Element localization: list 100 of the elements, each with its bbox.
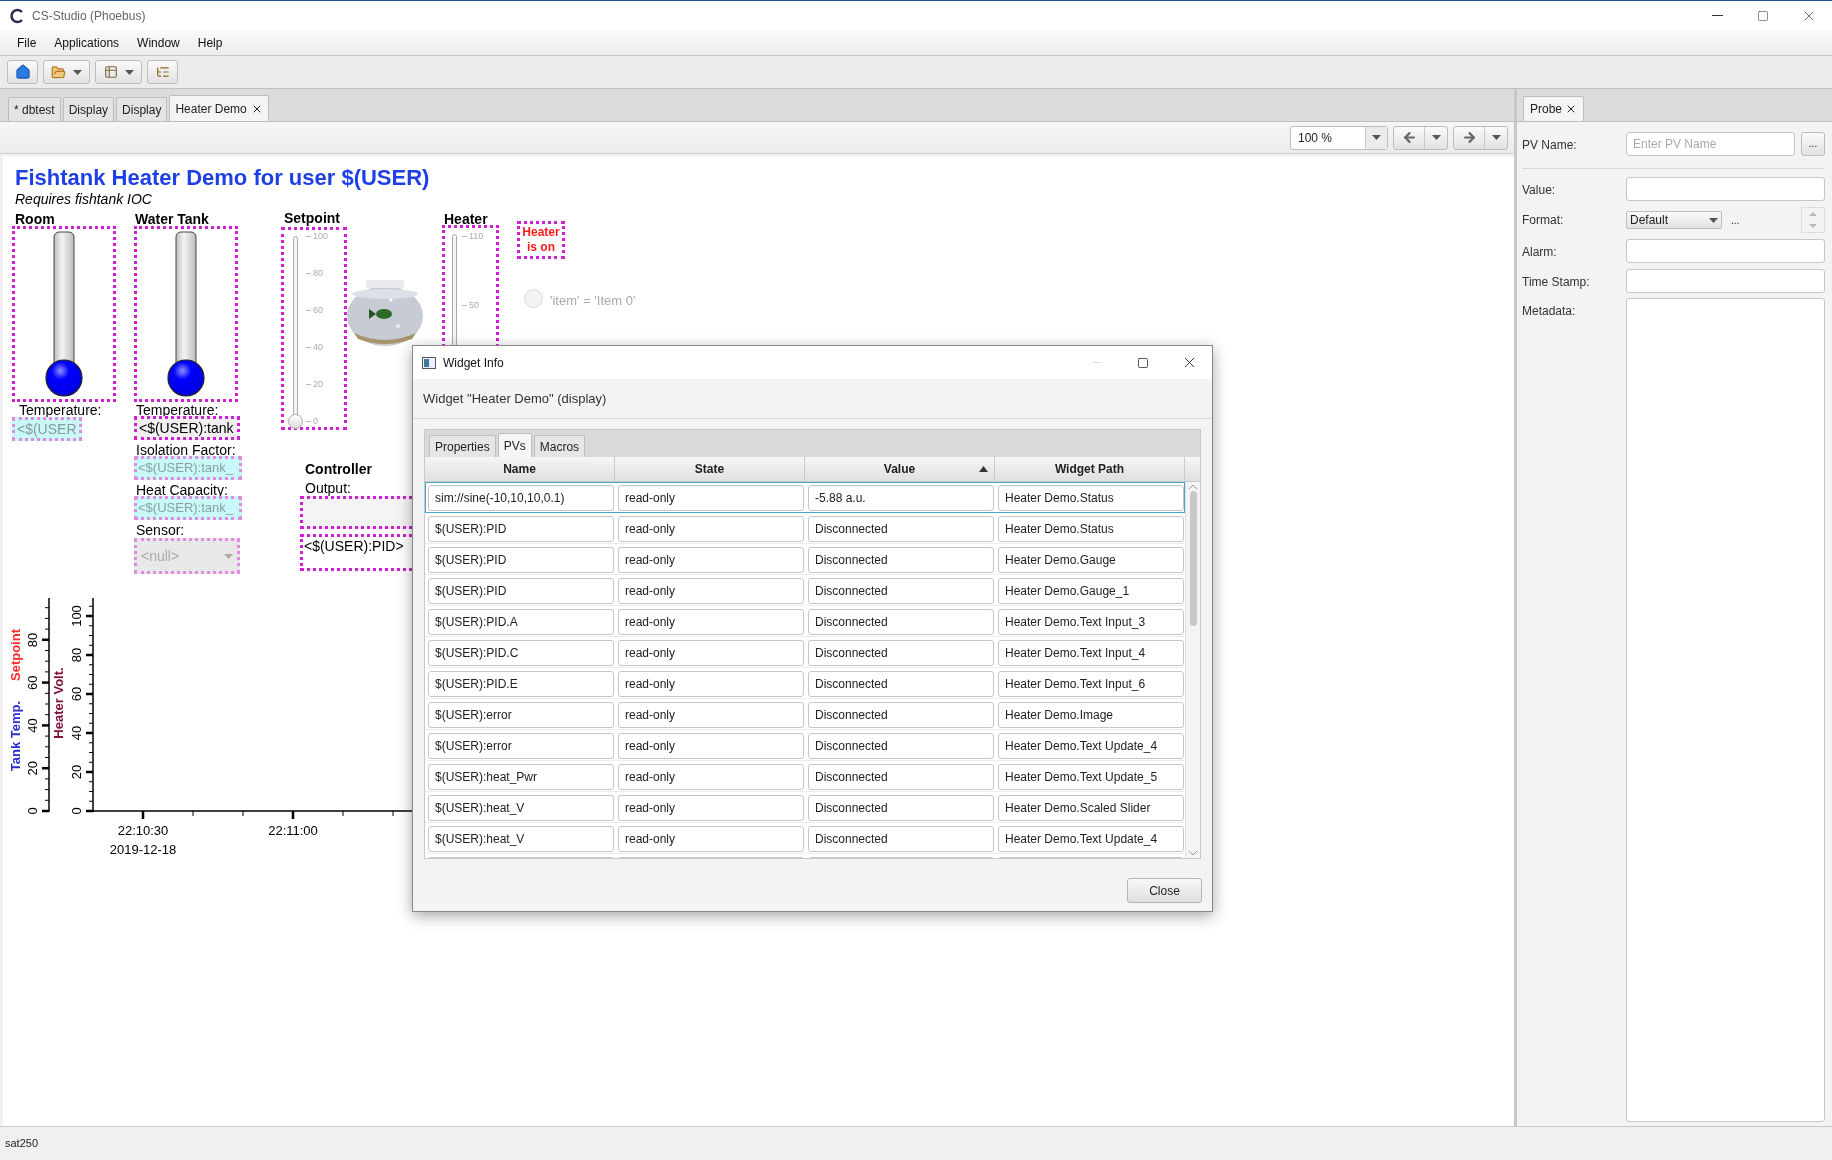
folder-icon bbox=[51, 64, 66, 80]
column-header[interactable]: Widget Path bbox=[995, 457, 1185, 481]
app-logo-icon bbox=[9, 7, 25, 24]
caret-icon bbox=[1709, 217, 1718, 223]
close-dialog-button[interactable]: Close bbox=[1127, 878, 1202, 903]
column-header[interactable]: State bbox=[615, 457, 805, 481]
scroll-up-icon[interactable] bbox=[1189, 484, 1197, 489]
table-cell: Heater Demo.Text Input_3 bbox=[998, 609, 1184, 635]
forward-button[interactable] bbox=[1453, 125, 1508, 150]
table-row[interactable]: $(USER):error read-only Disconnected Heater Demo.Image bbox=[425, 699, 1185, 730]
column-header[interactable]: Value bbox=[805, 457, 995, 481]
table-cell: read-only bbox=[618, 733, 804, 759]
caret-icon bbox=[1372, 135, 1381, 140]
scrollbar[interactable] bbox=[1185, 482, 1200, 858]
scale-label: 60 bbox=[306, 305, 323, 315]
input-field[interactable]: Enter PV Name bbox=[1626, 132, 1795, 156]
field-label: Sensor: bbox=[136, 521, 185, 540]
scale-label: 20 bbox=[306, 379, 323, 389]
back-button[interactable] bbox=[1393, 125, 1448, 150]
input-field[interactable] bbox=[1626, 269, 1825, 293]
zoom-combo[interactable]: 100 % bbox=[1290, 125, 1388, 150]
scroll-down-icon[interactable] bbox=[1189, 851, 1197, 856]
dialog-heading: Widget "Heater Demo" (display) bbox=[413, 379, 1212, 419]
table-cell: sim://sine(-10,10,10,0.1) bbox=[428, 485, 614, 511]
field-label: Output: bbox=[305, 479, 351, 498]
menu-item[interactable]: File bbox=[10, 33, 44, 52]
caret-icon bbox=[1431, 135, 1441, 140]
tab[interactable]: Display bbox=[116, 97, 168, 121]
menu-item[interactable]: Window bbox=[130, 33, 187, 52]
table-row[interactable]: $(USER):PID.A read-only Disconnected Heater Demo.Text Input_3 bbox=[425, 606, 1185, 637]
arrow-right-icon bbox=[1461, 130, 1477, 145]
column-header[interactable]: Name bbox=[425, 457, 615, 481]
scroll-thumb[interactable] bbox=[1189, 491, 1197, 626]
table-icon bbox=[103, 65, 118, 79]
table-row[interactable]: sim://sine(-10,10,10,0.1) read-only -5.88 a.u. Heater Demo.Status bbox=[425, 482, 1185, 513]
table-cell: Disconnected bbox=[808, 547, 994, 573]
table-cell: Disconnected bbox=[808, 733, 994, 759]
input-field[interactable] bbox=[1626, 177, 1825, 201]
table-cell: $(USER):PID.E bbox=[428, 671, 614, 697]
table-cell: Disconnected bbox=[808, 795, 994, 821]
slider-thumb[interactable] bbox=[288, 414, 303, 429]
browse-button[interactable]: ... bbox=[1801, 132, 1825, 156]
scale-label: 100 bbox=[306, 231, 329, 241]
tree-button[interactable] bbox=[147, 60, 178, 84]
menu-item[interactable]: Applications bbox=[47, 33, 127, 52]
table-row[interactable]: $(USER):PID read-only Disconnected Heater Demo.Gauge_1 bbox=[425, 575, 1185, 606]
table-cell: $(USER):error bbox=[428, 733, 614, 759]
field-label: Alarm: bbox=[1522, 244, 1558, 261]
scale-label: 110 bbox=[462, 231, 484, 241]
table-cell: $(USER):heat_Pwr bbox=[428, 764, 614, 790]
scale-label: 0 bbox=[306, 416, 318, 426]
table-cell: $(USER):PID bbox=[428, 547, 614, 573]
menu-item[interactable]: Help bbox=[190, 33, 230, 52]
open-button[interactable] bbox=[43, 60, 90, 84]
table-row[interactable]: $(USER):heat_V read-only Disconnected Heater Demo.Text Update_4 bbox=[425, 823, 1185, 854]
table-row[interactable]: $(USER):heat_Pwr read-only Disconnected Heater Demo.Text Update_5 bbox=[425, 761, 1185, 792]
window-title: CS-Studio (Phoebus) bbox=[32, 7, 146, 25]
tick-label: 2019-12-18 bbox=[109, 842, 177, 857]
tick-label: 60 bbox=[69, 686, 84, 702]
table-row[interactable]: $(USER):error read-only Disconnected Heater Demo.Text Update_4 bbox=[425, 730, 1185, 761]
scale-label: 80 bbox=[306, 268, 323, 278]
table-row[interactable]: $(USER):PID.E read-only Disconnected Heater Demo.Text Input_6 bbox=[425, 668, 1185, 699]
tab[interactable]: Properties bbox=[429, 435, 496, 457]
format-combo[interactable]: Default bbox=[1626, 211, 1722, 229]
more-label: ... bbox=[1731, 213, 1740, 228]
tab[interactable]: Probe bbox=[1523, 96, 1585, 121]
table-cell: Disconnected bbox=[808, 578, 994, 604]
table-cell: $(USER):heat_V bbox=[428, 826, 614, 852]
table-cell: Disconnected bbox=[808, 609, 994, 635]
table-row[interactable]: $(USER):heat_V read-only Disconnected Heater Demo.Scaled Slider bbox=[425, 792, 1185, 823]
tab[interactable]: Display bbox=[62, 97, 115, 121]
table-cell: read-only bbox=[618, 826, 804, 852]
tab[interactable]: Heater Demo bbox=[169, 95, 269, 121]
table-cell: -5.88 a.u. bbox=[808, 485, 994, 511]
tree-icon bbox=[155, 65, 170, 79]
table-row[interactable]: $(USER):PID read-only Disconnected Heater Demo.Status bbox=[425, 513, 1185, 544]
tab[interactable]: Macros bbox=[533, 435, 586, 457]
heater-status: Heater is on bbox=[517, 221, 565, 259]
home-button[interactable] bbox=[7, 60, 38, 84]
metadata-field[interactable] bbox=[1626, 298, 1825, 1122]
table-cell: Heater Demo.Text Update_4 bbox=[998, 733, 1184, 759]
status-text: sat250 bbox=[5, 1136, 39, 1152]
table-cell: read-only bbox=[618, 671, 804, 697]
table-cell: $(USER):PID bbox=[428, 516, 614, 542]
field-label: PV Name: bbox=[1522, 137, 1578, 154]
input-field[interactable] bbox=[1626, 239, 1825, 263]
tab[interactable]: PVs bbox=[497, 433, 532, 457]
value-readout: <$(USER):tank bbox=[134, 416, 240, 440]
spinner-buttons[interactable] bbox=[1801, 207, 1825, 233]
tab[interactable]: * dbtest bbox=[8, 97, 61, 121]
table-cell: Heater Demo.Text Update_5 bbox=[998, 764, 1184, 790]
table-cell: $(USER):heat_V bbox=[428, 795, 614, 821]
layout-button[interactable] bbox=[95, 60, 142, 84]
table-cell: Heater Demo.Image bbox=[998, 702, 1184, 728]
tick-label: 80 bbox=[69, 647, 84, 663]
table-cell: Disconnected bbox=[808, 671, 994, 697]
table-row[interactable]: $(USER):PID read-only Disconnected Heater Demo.Gauge bbox=[425, 544, 1185, 575]
table-row[interactable]: $(USER):PID.C read-only Disconnected Heater Demo.Text Input_4 bbox=[425, 637, 1185, 668]
section-label: Water Tank bbox=[135, 210, 209, 229]
maximize-icon bbox=[1137, 356, 1149, 369]
